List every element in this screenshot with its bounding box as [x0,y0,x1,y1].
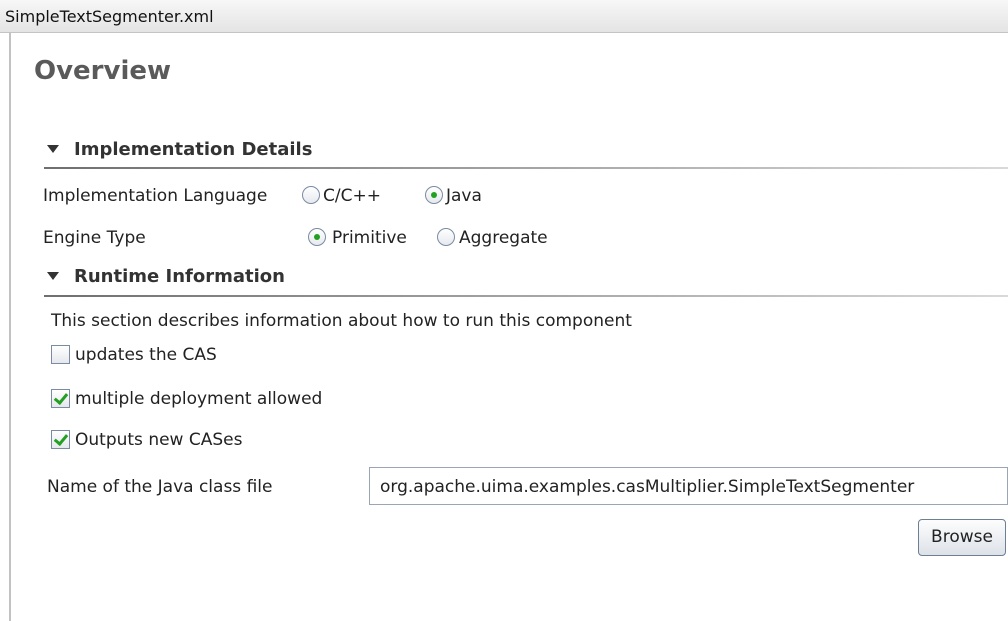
section-title-implementation-details: Implementation Details [74,139,313,160]
radio-java[interactable] [425,186,443,204]
java-class-file-input[interactable]: org.apache.uima.examples.casMultiplier.S… [369,467,1008,505]
radio-primitive-label[interactable]: Primitive [332,228,407,248]
radio-java-label[interactable]: Java [446,186,482,206]
radio-aggregate-label[interactable]: Aggregate [459,228,548,248]
section-title-runtime-information: Runtime Information [74,266,285,287]
java-class-file-value[interactable]: org.apache.uima.examples.casMultiplier.S… [380,477,914,497]
checkbox-outputs-new-cases[interactable] [51,430,70,449]
section-divider [44,295,1008,297]
radio-c-cpp-label[interactable]: C/C++ [323,186,381,206]
radio-c-cpp[interactable] [302,186,320,204]
section-divider [44,167,1008,169]
checkbox-multiple-deployment-label[interactable]: multiple deployment allowed [75,389,322,409]
radio-aggregate[interactable] [437,228,455,246]
editor-tab-bar: SimpleTextSegmenter.xml [0,0,1008,33]
java-class-file-label: Name of the Java class file [47,477,273,497]
checkbox-updates-cas-label[interactable]: updates the CAS [75,345,217,365]
chevron-down-icon[interactable] [47,272,59,280]
browse-button[interactable]: Browse [918,519,1006,556]
checkbox-outputs-new-cases-label[interactable]: Outputs new CASes [75,430,242,450]
runtime-description: This section describes information about… [51,311,632,331]
checkmark-icon [53,389,69,406]
editor-tab-file-name[interactable]: SimpleTextSegmenter.xml [5,7,214,26]
checkmark-icon [53,430,69,447]
checkbox-multiple-deployment[interactable] [51,389,70,408]
editor-left-border [9,32,11,621]
chevron-down-icon[interactable] [47,145,59,153]
page-title: Overview [34,56,172,86]
radio-primitive[interactable] [308,228,326,246]
checkbox-updates-cas[interactable] [51,345,70,364]
engine-type-label: Engine Type [43,228,146,248]
implementation-language-label: Implementation Language [43,186,268,206]
